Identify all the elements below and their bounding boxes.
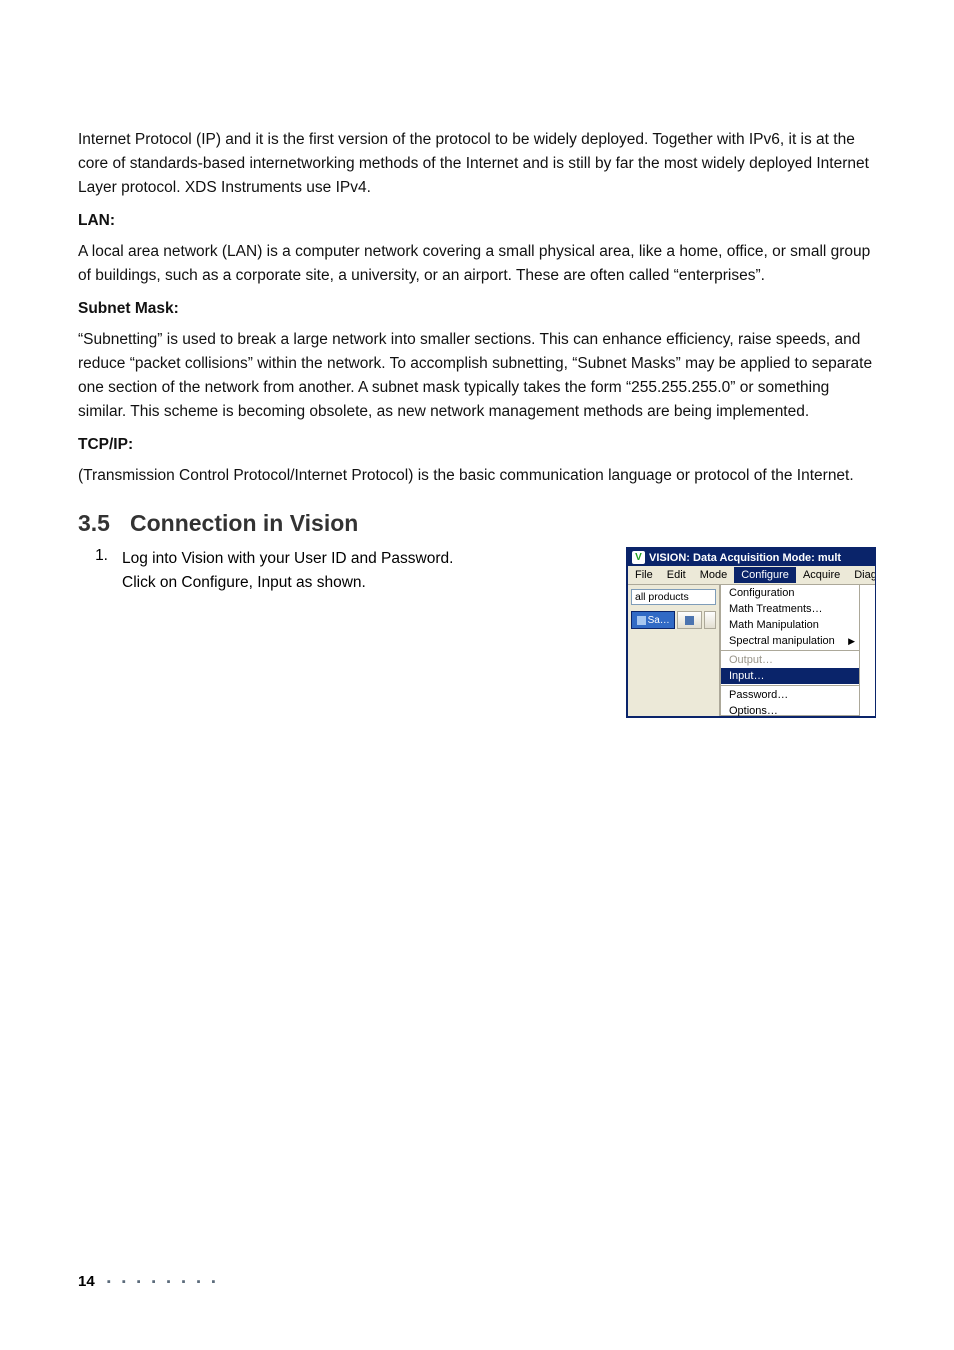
menu-item-spectral-manipulation[interactable]: Spectral manipulation ▶: [721, 633, 859, 649]
heading-subnet-mask: Subnet Mask:: [78, 300, 876, 318]
left-pane: all products Sa…: [628, 585, 720, 716]
menu-item-math-treatments[interactable]: Math Treatments…: [721, 601, 859, 617]
step-1-line-2: Click on Configure, Input as shown.: [122, 571, 598, 595]
menu-item-math-manipulation[interactable]: Math Manipulation: [721, 617, 859, 633]
section-title: Connection in Vision: [130, 510, 358, 536]
menu-item-input[interactable]: Input…: [721, 668, 859, 684]
save-button[interactable]: Sa…: [631, 611, 675, 629]
paragraph-subnet-mask: “Subnetting” is used to break a large ne…: [78, 328, 876, 424]
submenu-arrow-icon: ▶: [848, 636, 855, 647]
menu-acquire[interactable]: Acquire: [796, 567, 847, 583]
menu-edit[interactable]: Edit: [660, 567, 693, 583]
square-icon: [685, 616, 694, 625]
menu-item-spectral-label: Spectral manipulation: [729, 635, 835, 647]
page-number: 14: [78, 1273, 95, 1290]
page-footer: 14 ▪ ▪ ▪ ▪ ▪ ▪ ▪ ▪: [78, 1273, 219, 1290]
menu-configure[interactable]: Configure: [734, 567, 796, 583]
menu-item-output: Output…: [721, 652, 859, 668]
titlebar: V VISION: Data Acquisition Mode: mult: [628, 549, 875, 566]
toolbar-button-3[interactable]: [704, 611, 716, 629]
menu-item-options[interactable]: Options…: [721, 703, 859, 718]
menu-separator-2: [721, 685, 859, 686]
window-title: VISION: Data Acquisition Mode: mult: [649, 552, 841, 564]
configure-dropdown: Configuration Math Treatments… Math Mani…: [720, 585, 860, 716]
paragraph-tcpip: (Transmission Control Protocol/Internet …: [78, 464, 876, 488]
toolbar-button-2[interactable]: [677, 611, 702, 629]
menu-diagnostics[interactable]: Diagnos: [847, 567, 876, 583]
save-button-label: Sa…: [648, 615, 670, 626]
menu-mode[interactable]: Mode: [693, 567, 735, 583]
menu-file[interactable]: File: [628, 567, 660, 583]
product-input[interactable]: all products: [631, 589, 716, 605]
menu-separator-1: [721, 650, 859, 651]
vision-app-window: V VISION: Data Acquisition Mode: mult Fi…: [626, 547, 876, 718]
menubar: File Edit Mode Configure Acquire Diagnos: [628, 566, 875, 585]
section-heading: 3.5Connection in Vision: [78, 510, 876, 537]
footer-dots: ▪ ▪ ▪ ▪ ▪ ▪ ▪ ▪: [107, 1276, 220, 1288]
heading-lan: LAN:: [78, 212, 876, 230]
app-icon: V: [632, 551, 645, 564]
paragraph-lan: A local area network (LAN) is a computer…: [78, 240, 876, 288]
heading-tcpip: TCP/IP:: [78, 436, 876, 454]
floppy-icon: [637, 616, 646, 625]
step-1-number: 1.: [78, 547, 122, 565]
paragraph-ipv4: Internet Protocol (IP) and it is the fir…: [78, 128, 876, 200]
menu-item-configuration[interactable]: Configuration: [721, 585, 859, 601]
section-number: 3.5: [78, 510, 130, 537]
step-1-line-1: Log into Vision with your User ID and Pa…: [122, 547, 598, 571]
menu-item-password[interactable]: Password…: [721, 687, 859, 703]
